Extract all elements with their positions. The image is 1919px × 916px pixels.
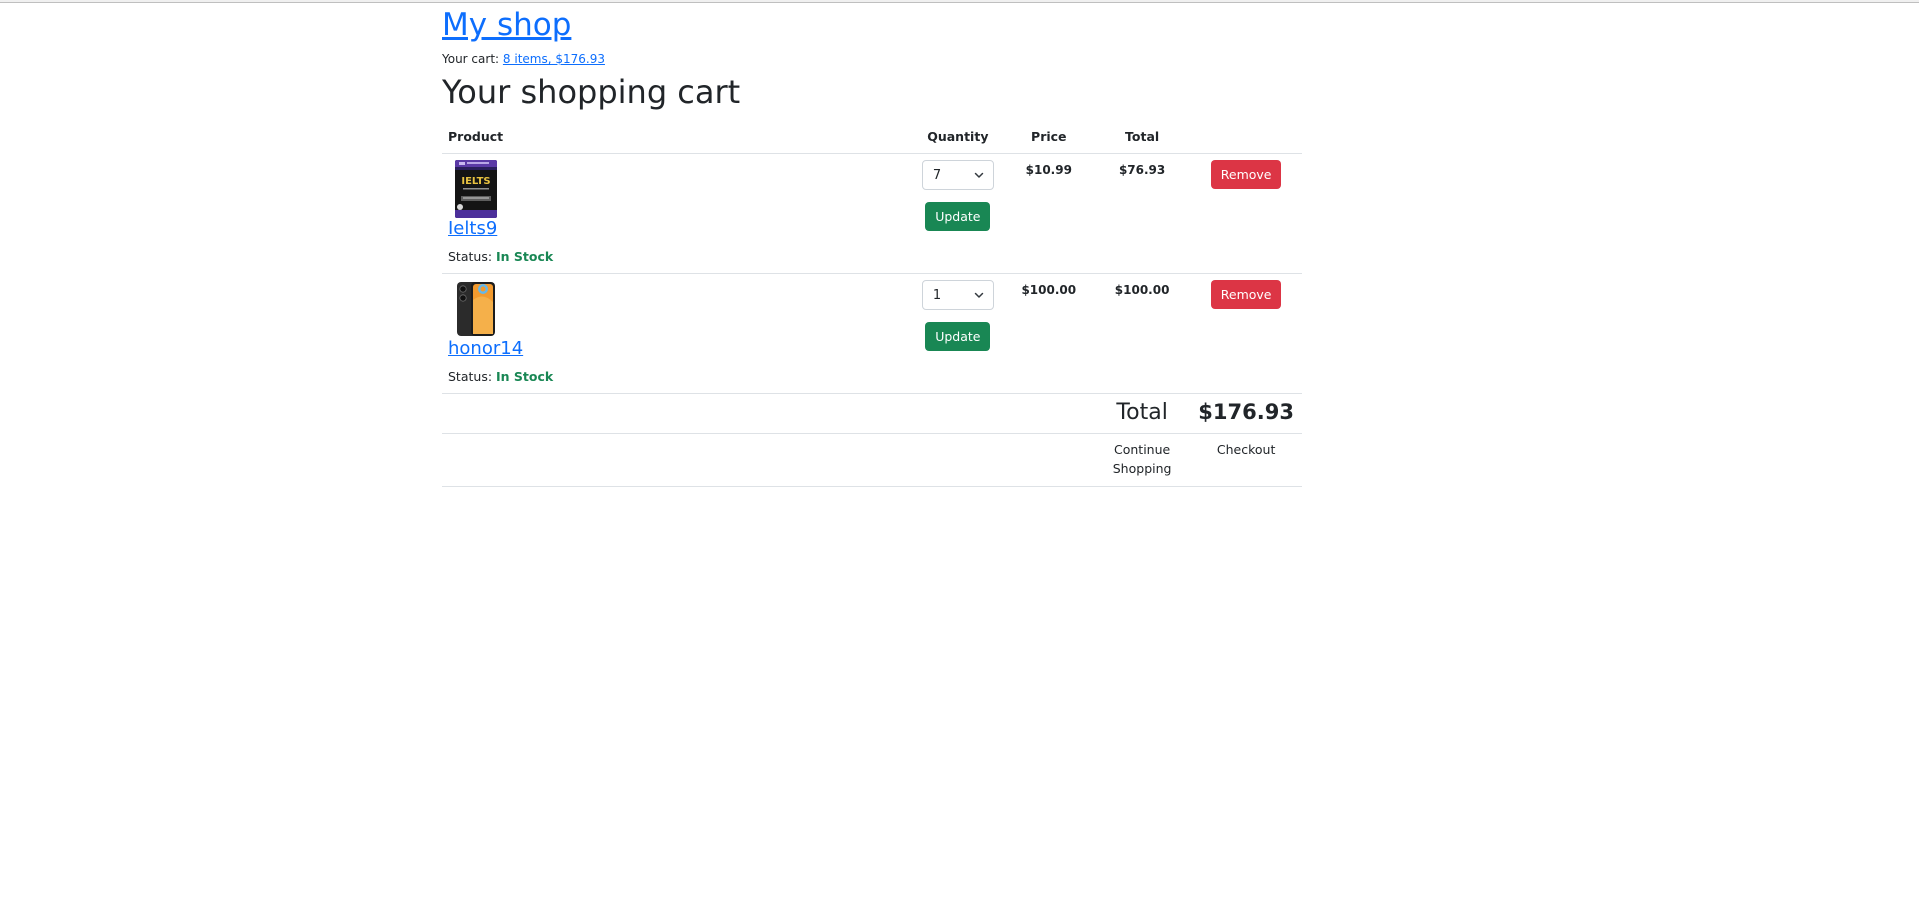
- product-name-link[interactable]: honor14: [448, 338, 523, 360]
- empty-cell: [442, 393, 913, 434]
- empty-cell: [1003, 393, 1094, 434]
- chevron-down-icon: [974, 292, 984, 298]
- action-cell: Remove: [1190, 273, 1302, 394]
- price-cell: $100.00: [1003, 273, 1094, 394]
- page-container: My shop Your cart: 8 items, $176.93 Your…: [442, 3, 1302, 487]
- cart-summary-link[interactable]: 8 items, $176.93: [503, 52, 605, 66]
- update-button[interactable]: Update: [925, 322, 991, 351]
- quantity-cell: 1 Update: [912, 273, 1004, 394]
- page-title: Your shopping cart: [442, 73, 741, 111]
- empty-cell: [912, 433, 1004, 487]
- empty-cell: [442, 433, 913, 487]
- column-header-action: [1190, 120, 1302, 154]
- action-cell: Remove: [1190, 153, 1302, 274]
- book-cover-icon[interactable]: IELTS: [455, 160, 497, 218]
- empty-cell: [912, 393, 1004, 434]
- checkout-cell: Checkout: [1190, 433, 1302, 487]
- column-header-product: Product: [442, 120, 913, 154]
- site-title-link[interactable]: My shop: [442, 5, 571, 45]
- line-total-cell: $76.93: [1093, 153, 1191, 274]
- quantity-value: 7: [932, 167, 942, 183]
- column-header-price: Price: [1003, 120, 1094, 154]
- quantity-select[interactable]: 1: [921, 280, 994, 310]
- cart-table: Product Quantity Price Total IELTS Ielts…: [442, 120, 1302, 487]
- remove-button[interactable]: Remove: [1210, 280, 1282, 309]
- product-cell: honor14 Status: In Stock: [442, 273, 913, 394]
- smartphone-icon[interactable]: [455, 280, 497, 338]
- grand-total-row: Total $176.93: [442, 393, 1302, 434]
- column-header-quantity: Quantity: [912, 120, 1004, 154]
- stock-status-value: In Stock: [496, 369, 554, 384]
- stock-status-label: Status:: [448, 249, 493, 264]
- cart-summary-label: Your cart:: [442, 52, 500, 66]
- quantity-cell: 7 Update: [912, 153, 1004, 274]
- stock-status: Status: In Stock: [448, 369, 906, 385]
- stock-status-value: In Stock: [496, 249, 554, 264]
- product-cell: IELTS Ielts9 Status: In Stock: [442, 153, 913, 274]
- cart-item-row: IELTS Ielts9 Status: In Stock 7 Update $…: [442, 153, 1302, 274]
- update-button[interactable]: Update: [925, 202, 991, 231]
- checkout-link[interactable]: Checkout: [1217, 442, 1275, 457]
- stock-status-label: Status:: [448, 369, 493, 384]
- cart-table-header-row: Product Quantity Price Total: [442, 120, 1302, 154]
- grand-total-label: Total: [1093, 393, 1191, 434]
- remove-button[interactable]: Remove: [1210, 160, 1282, 189]
- continue-shopping-cell: Continue Shopping: [1093, 433, 1191, 487]
- continue-shopping-link[interactable]: Continue Shopping: [1113, 442, 1172, 476]
- cart-item-row: honor14 Status: In Stock 1 Update $100.0…: [442, 273, 1302, 394]
- cart-actions-row: Continue Shopping Checkout: [442, 433, 1302, 487]
- grand-total-value: $176.93: [1190, 393, 1302, 434]
- stock-status: Status: In Stock: [448, 249, 906, 265]
- price-cell: $10.99: [1003, 153, 1094, 274]
- book-cover-title: IELTS: [461, 176, 490, 187]
- quantity-select[interactable]: 7: [921, 160, 994, 190]
- line-total-cell: $100.00: [1093, 273, 1191, 394]
- empty-cell: [1003, 433, 1094, 487]
- quantity-value: 1: [932, 287, 942, 303]
- chevron-down-icon: [974, 172, 984, 178]
- cart-summary: Your cart: 8 items, $176.93: [442, 51, 1302, 67]
- column-header-total: Total: [1093, 120, 1191, 154]
- product-name-link[interactable]: Ielts9: [448, 218, 497, 240]
